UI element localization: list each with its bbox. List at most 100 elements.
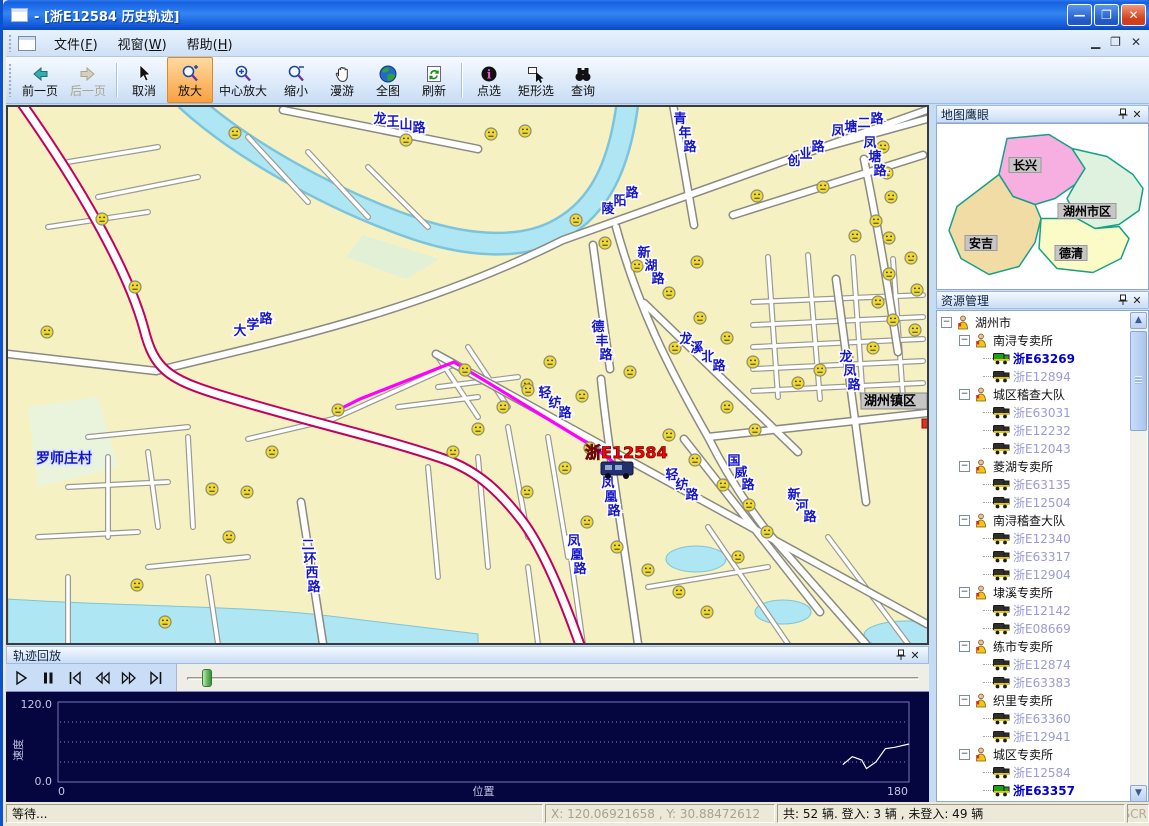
vehicle-smiley-marker[interactable] <box>497 401 509 413</box>
vehicle-smiley-marker[interactable] <box>519 125 531 137</box>
vehicle-smiley-marker[interactable] <box>229 127 241 139</box>
pin-icon[interactable] <box>894 649 908 662</box>
vehicle-smiley-marker[interactable] <box>266 446 278 458</box>
vehicle-smiley-marker[interactable] <box>599 237 611 249</box>
scroll-down-button[interactable]: ▼ <box>1130 785 1147 802</box>
vehicle-smiley-marker[interactable] <box>472 423 484 435</box>
toolbar-button-zoom-in[interactable]: 放大 <box>167 57 213 103</box>
vehicle-smiley-marker[interactable] <box>867 342 879 354</box>
scroll-up-button[interactable]: ▲ <box>1130 312 1147 329</box>
mdi-minimize-button[interactable]: ▁ <box>1091 35 1100 49</box>
tree-item-vehicle[interactable]: 浙E63357 <box>937 781 1131 799</box>
vehicle-smiley-marker[interactable] <box>872 296 884 308</box>
vehicle-smiley-marker[interactable] <box>131 579 143 591</box>
tree-item-vehicle[interactable]: 浙E12043 <box>937 439 1131 457</box>
vehicle-smiley-marker[interactable] <box>642 564 654 576</box>
vehicle-smiley-marker[interactable] <box>909 324 921 336</box>
vehicle-smiley-marker[interactable] <box>459 364 471 376</box>
tree-item-vehicle[interactable]: 浙E08669 <box>937 619 1131 637</box>
vehicle-smiley-marker[interactable] <box>41 326 53 338</box>
vehicle-smiley-marker[interactable] <box>96 213 108 225</box>
vehicle-smiley-marker[interactable] <box>905 252 917 264</box>
vehicle-smiley-marker[interactable] <box>544 356 556 368</box>
restore-button[interactable]: ❐ <box>1094 4 1119 26</box>
vehicle-smiley-marker[interactable] <box>673 586 685 598</box>
close-icon[interactable]: ✕ <box>1130 294 1144 307</box>
tree-expander[interactable]: − <box>959 461 970 472</box>
vehicle-smiley-marker[interactable] <box>883 268 895 280</box>
tree-item-vehicle[interactable]: 浙E63031 <box>937 403 1131 421</box>
playback-play-button[interactable] <box>8 666 33 689</box>
vehicle-smiley-marker[interactable] <box>694 312 706 324</box>
vehicle-smiley-marker[interactable] <box>749 424 761 436</box>
pin-icon[interactable] <box>1116 108 1130 121</box>
tree-item-vehicle[interactable]: 浙E12504 <box>937 493 1131 511</box>
toolbar-button-refresh[interactable]: 刷新 <box>411 57 457 103</box>
tree-expander[interactable]: − <box>959 641 970 652</box>
tree-item-city[interactable]: −湖州市 <box>937 313 1131 331</box>
vehicle-smiley-marker[interactable] <box>663 429 675 441</box>
vehicle-smiley-marker[interactable] <box>761 526 773 538</box>
vehicle-smiley-marker[interactable] <box>691 256 703 268</box>
map-view[interactable]: 龙王山路青年路陵阳路凤塘二路创业路凤塘路新湖路大学路德丰路龙溪北路轻纺路轻纺路凤… <box>6 105 929 645</box>
playback-rewind-button[interactable] <box>89 666 114 689</box>
vehicle-smiley-marker[interactable] <box>129 281 141 293</box>
vehicle-smiley-marker[interactable] <box>521 486 533 498</box>
tree-item-group[interactable]: −埭溪专卖所 <box>937 583 1131 601</box>
vehicle-smiley-marker[interactable] <box>751 190 763 202</box>
vehicle-smiley-marker[interactable] <box>721 401 733 413</box>
overview-map[interactable]: 长兴湖州市区安吉德清 <box>936 123 1149 290</box>
tree-expander[interactable]: − <box>959 515 970 526</box>
vehicle-smiley-marker[interactable] <box>332 404 344 416</box>
tree-item-vehicle[interactable]: 浙E12340 <box>937 529 1131 547</box>
vehicle-smiley-marker[interactable] <box>447 446 459 458</box>
tree-item-vehicle[interactable]: 浙E63317 <box>937 547 1131 565</box>
tree-item-group[interactable]: −织里专卖所 <box>937 691 1131 709</box>
vehicle-smiley-marker[interactable] <box>792 377 804 389</box>
tree-item-vehicle[interactable]: 浙E63135 <box>937 475 1131 493</box>
tree-item-group[interactable]: −南浔稽查大队 <box>937 511 1131 529</box>
toolbar-button-arrow-left[interactable]: 前一页 <box>16 57 64 103</box>
menu-item-1[interactable]: 文件(F) <box>44 31 108 56</box>
tree-item-vehicle[interactable]: 浙E63383 <box>937 673 1131 691</box>
tree-expander[interactable]: − <box>959 335 970 346</box>
pin-icon[interactable] <box>1116 294 1130 307</box>
vehicle-smiley-marker[interactable] <box>570 214 582 226</box>
vehicle-smiley-marker[interactable] <box>747 356 759 368</box>
tree-expander[interactable]: − <box>941 317 952 328</box>
close-icon[interactable]: ✕ <box>908 649 922 662</box>
vehicle-smiley-marker[interactable] <box>701 606 713 618</box>
vehicle-smiley-marker[interactable] <box>576 390 588 402</box>
toolbar-button-info[interactable]: i点选 <box>466 57 512 103</box>
vehicle-smiley-marker[interactable] <box>400 134 412 146</box>
toolbar-button-cursor[interactable]: 取消 <box>121 57 167 103</box>
vehicle-smiley-marker[interactable] <box>911 284 923 296</box>
mdi-close-button[interactable]: ✕ <box>1131 35 1141 49</box>
mdi-restore-button[interactable]: ❐ <box>1110 35 1121 49</box>
vehicle-smiley-marker[interactable] <box>223 531 235 543</box>
vehicle-smiley-marker[interactable] <box>581 516 593 528</box>
tree-item-vehicle[interactable]: 浙E12232 <box>937 421 1131 439</box>
vehicle-smiley-marker[interactable] <box>717 479 729 491</box>
vehicle-smiley-marker[interactable] <box>206 483 218 495</box>
tree-expander[interactable]: − <box>959 587 970 598</box>
slider-track[interactable] <box>187 677 919 680</box>
tree-item-vehicle[interactable]: 浙E12584 <box>937 763 1131 781</box>
playback-skip-start-button[interactable] <box>62 666 87 689</box>
menu-item-3[interactable]: 帮助(H) <box>177 31 243 56</box>
toolbar-button-binoculars[interactable]: 查询 <box>560 57 606 103</box>
vehicle-smiley-marker[interactable] <box>159 616 171 628</box>
menu-item-2[interactable]: 视窗(W) <box>108 31 177 56</box>
toolbar-button-hand[interactable]: 漫游 <box>319 57 365 103</box>
vehicle-smiley-marker[interactable] <box>814 364 826 376</box>
tree-item-vehicle[interactable]: 浙E63269 <box>937 349 1131 367</box>
tree-expander[interactable]: − <box>959 695 970 706</box>
vehicle-smiley-marker[interactable] <box>817 181 829 193</box>
vehicle-smiley-marker[interactable] <box>883 232 895 244</box>
tree-item-group[interactable]: −菱湖专卖所 <box>937 457 1131 475</box>
tree-item-vehicle[interactable]: 浙E12874 <box>937 655 1131 673</box>
tree-item-vehicle[interactable]: 浙E12142 <box>937 601 1131 619</box>
playback-pause-button[interactable] <box>35 666 60 689</box>
toolbar-button-zoom-out[interactable]: 缩小 <box>273 57 319 103</box>
close-button[interactable]: ✕ <box>1121 4 1146 26</box>
